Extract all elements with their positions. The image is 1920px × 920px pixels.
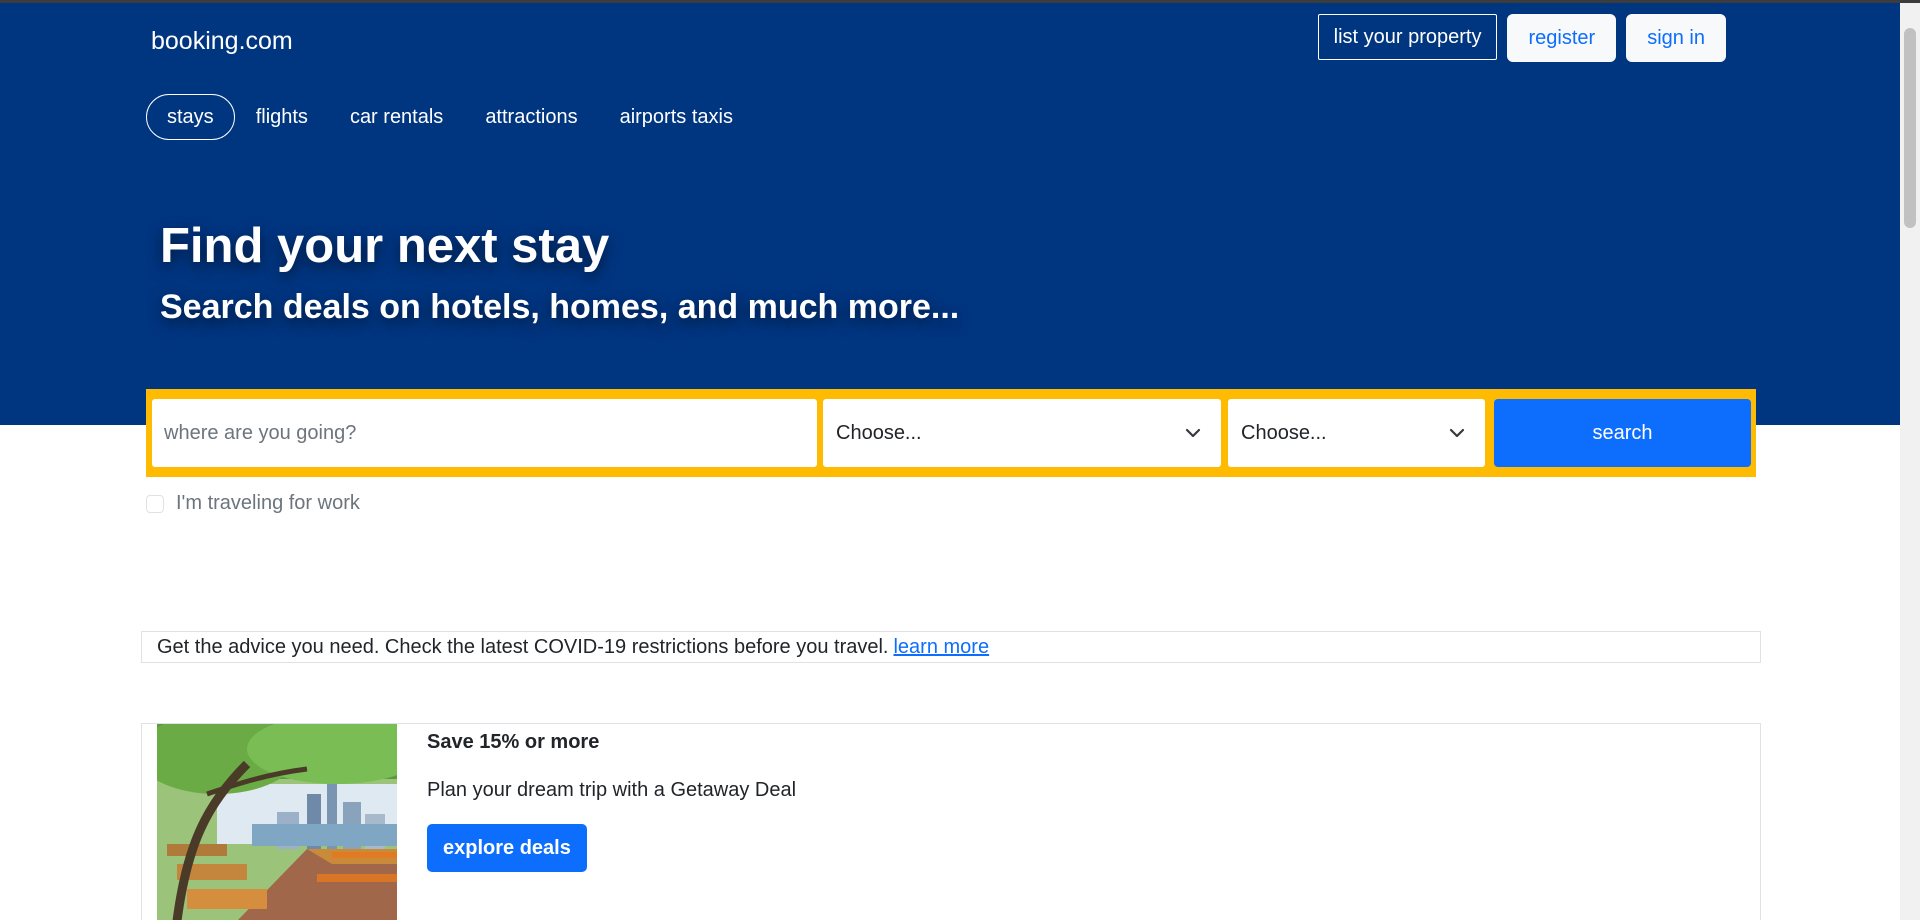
list-property-button[interactable]: list your property [1317, 14, 1498, 60]
logo[interactable]: booking.com [151, 27, 293, 56]
hero-header: booking.com list your property register … [0, 3, 1900, 425]
register-button[interactable]: register [1507, 14, 1617, 62]
nav-item-attractions[interactable]: attractions [464, 94, 598, 140]
destination-placeholder: where are you going? [164, 421, 357, 444]
deal-text: Plan your dream trip with a Getaway Deal [427, 779, 797, 801]
deal-image [157, 724, 397, 920]
deal-card: Save 15% or more Plan your dream trip wi… [141, 723, 1761, 920]
nav-item-stays[interactable]: stays [146, 94, 235, 140]
work-travel-checkbox[interactable] [146, 494, 164, 513]
work-travel-row: I'm traveling for work [146, 492, 360, 515]
header-actions: list your property register sign in [1317, 14, 1726, 62]
select-1-value: Choose... [836, 421, 922, 444]
chevron-down-icon [1185, 428, 1201, 438]
select-dropdown-2[interactable]: Choose... [1228, 399, 1485, 467]
destination-input[interactable]: where are you going? [152, 399, 817, 467]
sign-in-button[interactable]: sign in [1626, 14, 1726, 62]
covid-notice: Get the advice you need. Check the lates… [141, 631, 1761, 663]
page-scrollbar[interactable] [1900, 3, 1920, 920]
search-button[interactable]: search [1494, 399, 1751, 467]
chevron-down-icon [1449, 428, 1465, 438]
nav-item-car-rentals[interactable]: car rentals [329, 94, 464, 140]
search-bar: where are you going? Choose... Choose...… [146, 389, 1756, 477]
hero-title: Find your next stay [160, 219, 610, 273]
hero-subtitle: Search deals on hotels, homes, and much … [160, 288, 960, 326]
select-dropdown-1[interactable]: Choose... [823, 399, 1221, 467]
learn-more-link[interactable]: learn more [893, 636, 989, 659]
deal-title: Save 15% or more [427, 731, 600, 753]
scrollbar-thumb[interactable] [1904, 28, 1916, 228]
park-photo [157, 724, 397, 920]
nav-item-flights[interactable]: flights [235, 94, 329, 140]
work-travel-label[interactable]: I'm traveling for work [176, 492, 360, 515]
covid-notice-text: Get the advice you need. Check the lates… [157, 635, 889, 658]
select-2-value: Choose... [1241, 421, 1327, 444]
explore-deals-button[interactable]: explore deals [427, 824, 587, 872]
nav-item-airports-taxis[interactable]: airports taxis [599, 94, 754, 140]
main-nav: stays flights car rentals attractions ai… [146, 94, 754, 140]
